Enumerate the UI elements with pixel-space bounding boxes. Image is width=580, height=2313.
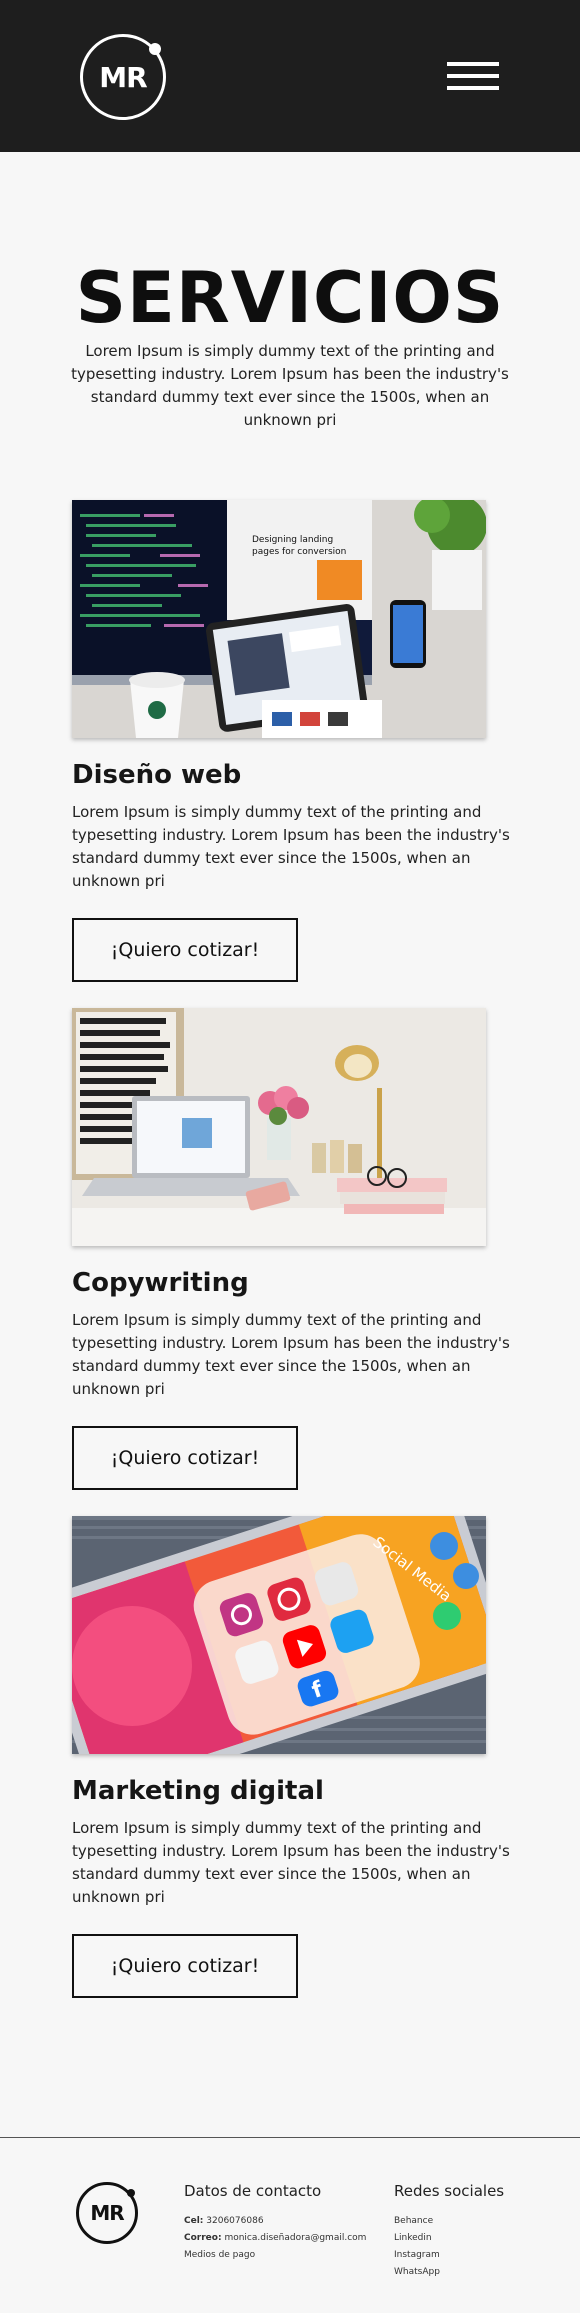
service-description: Lorem Ipsum is simply dummy text of the …: [72, 1311, 510, 1398]
service-title: Diseño web: [72, 760, 242, 790]
web-design-photo: Designing landing pages for conversion: [72, 500, 486, 738]
footer-logo[interactable]: MR: [76, 2182, 138, 2244]
page-title: SERVICIOS: [75, 257, 505, 339]
site-logo[interactable]: MR: [80, 34, 166, 120]
hamburger-menu-icon[interactable]: [447, 62, 499, 90]
menu-bar: [447, 74, 499, 78]
svg-text:Designing landing: Designing landing: [252, 535, 333, 545]
service-title: Copywriting: [72, 1268, 249, 1298]
social-link-linkedin[interactable]: Linkedin: [394, 2232, 432, 2244]
email-value[interactable]: monica.diseñadora@gmail.com: [224, 2233, 366, 2243]
intro-text: Lorem Ipsum is simply dummy text of the …: [71, 342, 509, 429]
menu-bar: [447, 62, 499, 66]
social-link-behance[interactable]: Behance: [394, 2215, 433, 2227]
contact-phone: Cel: 3206076086: [184, 2215, 264, 2227]
digital-marketing-photo: f Social Media: [72, 1516, 486, 1754]
logo-dot: [149, 43, 161, 55]
svg-text:pages for conversion: pages for conversion: [252, 547, 346, 557]
menu-bar: [447, 86, 499, 90]
social-link-instagram[interactable]: Instagram: [394, 2249, 440, 2261]
site-header: MR: [0, 0, 580, 152]
logo-text: MR: [90, 2201, 124, 2225]
service-card-digital-marketing: f Social Media Marketing digital Lorem I…: [72, 1516, 512, 1998]
contact-heading: Datos de contacto: [184, 2182, 322, 2200]
phone-value[interactable]: 3206076086: [206, 2216, 263, 2226]
logo-dot: [127, 2189, 135, 2197]
email-label: Correo:: [184, 2233, 222, 2243]
quote-button-copywriting[interactable]: ¡Quiero cotizar!: [72, 1426, 298, 1490]
service-description: Lorem Ipsum is simply dummy text of the …: [72, 1819, 510, 1906]
copywriting-illustration: [72, 1008, 486, 1246]
phone-label: Cel:: [184, 2216, 204, 2226]
service-description: Lorem Ipsum is simply dummy text of the …: [72, 803, 510, 890]
social-link-whatsapp[interactable]: WhatsApp: [394, 2266, 440, 2278]
copywriting-photo: [72, 1008, 486, 1246]
service-card-copywriting: Copywriting Lorem Ipsum is simply dummy …: [72, 1008, 512, 1490]
web-design-illustration: Designing landing pages for conversion: [72, 500, 486, 738]
quote-button-web-design[interactable]: ¡Quiero cotizar!: [72, 918, 298, 982]
social-media-illustration: f Social Media: [72, 1516, 486, 1754]
service-title: Marketing digital: [72, 1776, 324, 1806]
site-footer: MR Datos de contacto Cel: 3206076086 Cor…: [0, 2137, 580, 2313]
social-heading: Redes sociales: [394, 2182, 505, 2200]
quote-button-digital-marketing[interactable]: ¡Quiero cotizar!: [72, 1934, 298, 1998]
logo-text: MR: [99, 60, 147, 94]
contact-email: Correo: monica.diseñadora@gmail.com: [184, 2232, 366, 2244]
service-card-web-design: Designing landing pages for conversion D…: [72, 500, 512, 982]
payment-methods-link[interactable]: Medios de pago: [184, 2249, 255, 2261]
